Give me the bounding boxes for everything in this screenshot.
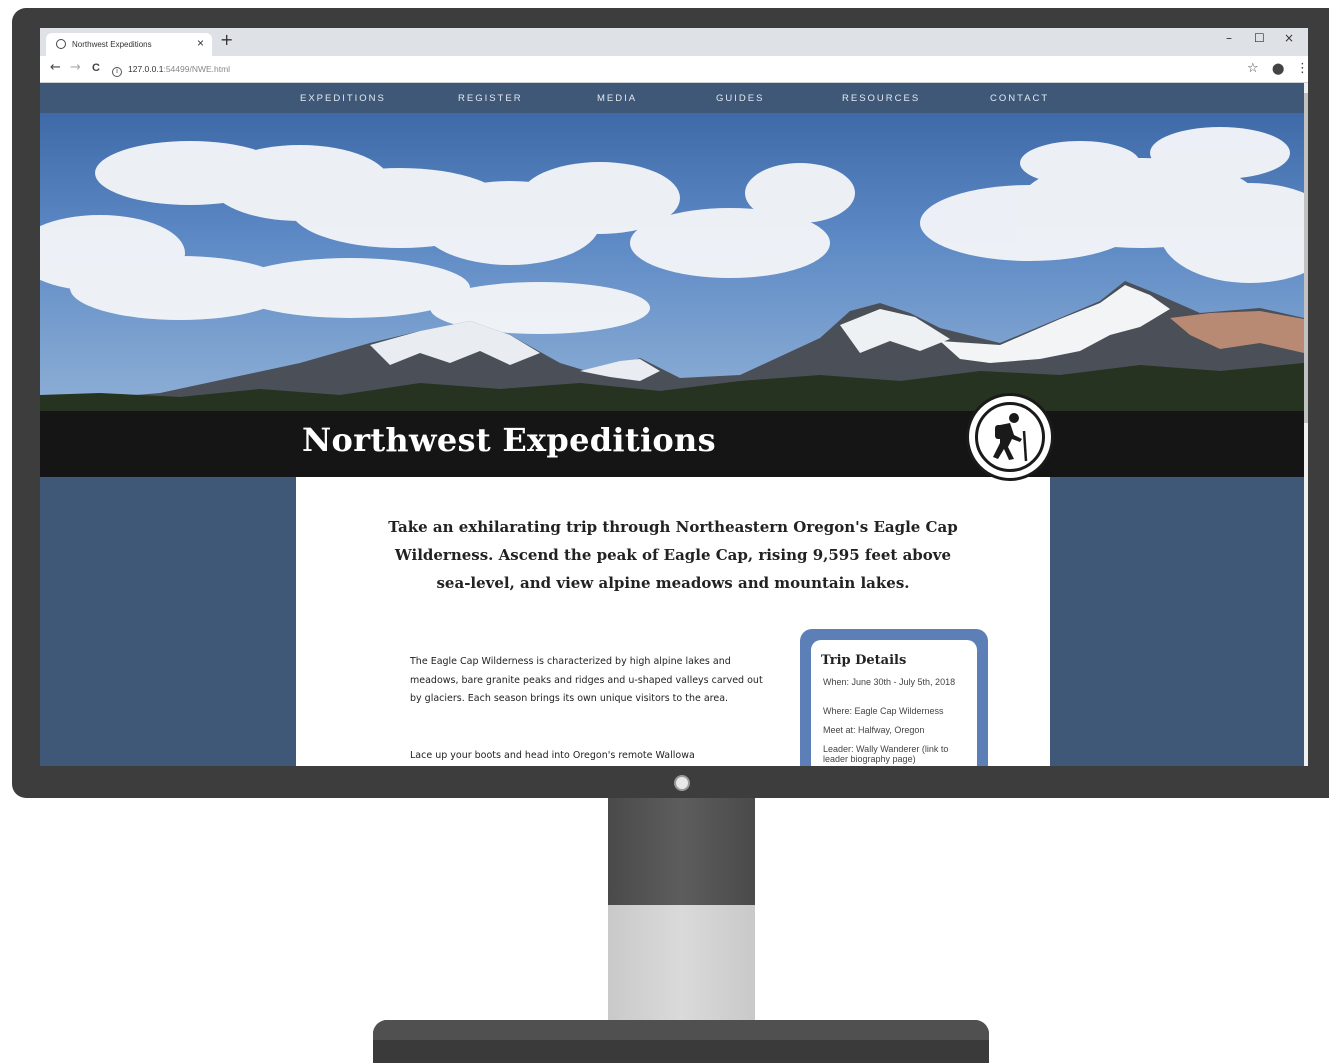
- vertical-scrollbar[interactable]: [1304, 83, 1308, 766]
- trip-meet: Meet at: Halfway, Oregon: [823, 725, 925, 735]
- trip-details-inner: Trip Details When: June 30th - July 5th,…: [811, 640, 977, 766]
- trip-when: When: June 30th - July 5th, 2018: [823, 677, 956, 687]
- nav-register[interactable]: REGISTER: [458, 93, 523, 104]
- hiker-logo: [966, 393, 1054, 481]
- browser-address-bar: ← → C i 127.0.0.1:54499/NWE.html ☆ ⬤ ⋮: [40, 56, 1308, 83]
- url-host: 127.0.0.1: [128, 64, 164, 74]
- info-icon[interactable]: i: [112, 67, 122, 77]
- hero-mountain-image: [40, 113, 1304, 413]
- body-paragraph: Lace up your boots and head into Oregon'…: [410, 750, 695, 761]
- monitor-stand-base: [373, 1020, 989, 1063]
- nav-expeditions[interactable]: EXPEDITIONS: [300, 93, 386, 104]
- reload-icon[interactable]: C: [92, 62, 100, 74]
- site-banner: Northwest Expeditions: [40, 411, 1304, 477]
- url-path: :54499/NWE.html: [163, 64, 231, 74]
- screen: Northwest Expeditions × + – ☐ × ← → C i1…: [40, 28, 1308, 766]
- maximize-button[interactable]: ☐: [1254, 31, 1265, 45]
- trip-leader[interactable]: Leader: Wally Wanderer (link to leader b…: [823, 744, 969, 764]
- trip-details-card: Trip Details When: June 30th - July 5th,…: [800, 629, 988, 766]
- nav-resources[interactable]: RESOURCES: [842, 93, 920, 104]
- intro-lede: Take an exhilarating trip through Northe…: [388, 518, 958, 592]
- close-window-button[interactable]: ×: [1284, 31, 1294, 45]
- trip-where: Where: Eagle Cap Wilderness: [823, 706, 944, 716]
- new-tab-button[interactable]: +: [220, 30, 233, 49]
- site-nav: EXPEDITIONS REGISTER MEDIA GUIDES RESOUR…: [40, 83, 1304, 113]
- back-arrow-icon[interactable]: ←: [50, 60, 61, 75]
- browser-tab-bar: Northwest Expeditions × + – ☐ ×: [40, 28, 1308, 56]
- url-field[interactable]: i 127.0.0.1:54499/NWE.html: [112, 60, 1232, 78]
- monitor-stand-lower: [608, 905, 755, 1032]
- bookmark-star-icon[interactable]: ☆: [1247, 61, 1259, 76]
- nav-guides[interactable]: GUIDES: [716, 93, 764, 104]
- scrollbar-thumb[interactable]: [1304, 93, 1308, 423]
- tab-close-icon[interactable]: ×: [197, 36, 204, 50]
- web-page: EXPEDITIONS REGISTER MEDIA GUIDES RESOUR…: [40, 83, 1304, 766]
- monitor-stand-neck: [608, 798, 755, 905]
- tab-title: Northwest Expeditions: [72, 40, 152, 49]
- profile-icon[interactable]: ⬤: [1272, 62, 1284, 75]
- trip-details-heading: Trip Details: [821, 653, 907, 668]
- minimize-button[interactable]: –: [1226, 31, 1232, 45]
- site-title: Northwest Expeditions: [302, 421, 716, 459]
- menu-icon[interactable]: ⋮: [1296, 61, 1308, 76]
- forward-arrow-icon[interactable]: →: [70, 60, 81, 75]
- browser-tab[interactable]: Northwest Expeditions ×: [46, 33, 212, 56]
- hiker-icon: [975, 402, 1045, 472]
- main-content: Take an exhilarating trip through Northe…: [296, 477, 1050, 766]
- body-paragraph: The Eagle Cap Wilderness is characterize…: [410, 656, 763, 704]
- globe-icon: [56, 39, 66, 49]
- nav-media[interactable]: MEDIA: [597, 93, 637, 104]
- nav-contact[interactable]: CONTACT: [990, 93, 1049, 104]
- power-button: [674, 775, 690, 791]
